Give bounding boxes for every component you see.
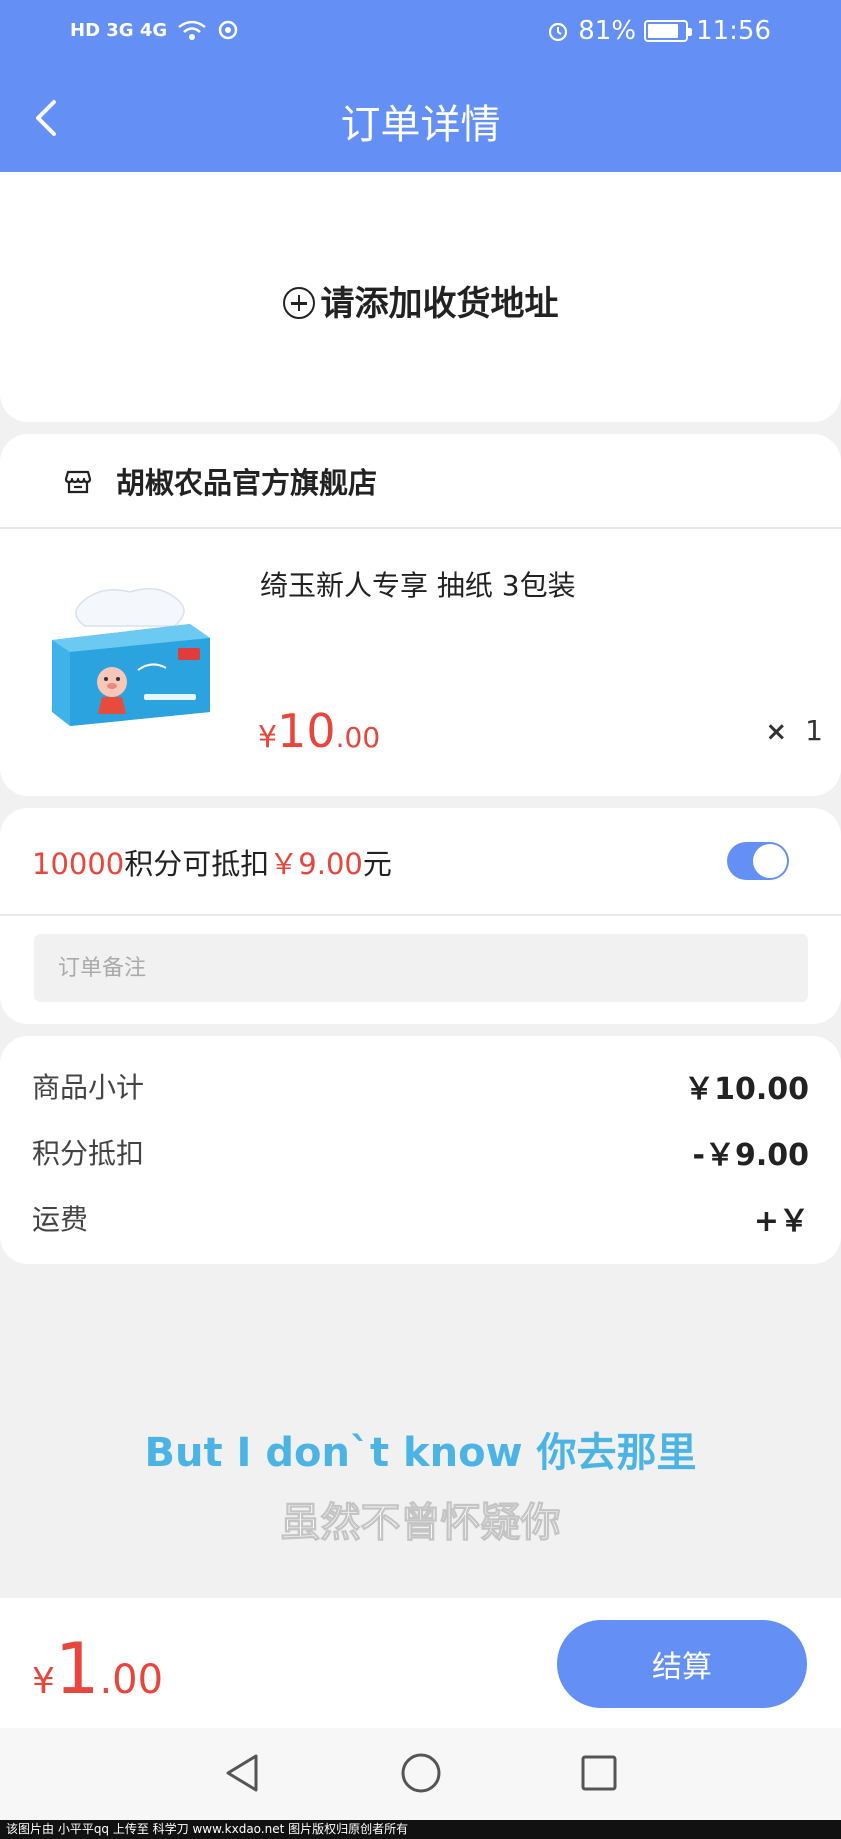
subtotal-label: 商品小计: [32, 1071, 145, 1104]
product-image[interactable]: [40, 582, 220, 734]
battery-icon: [644, 20, 693, 42]
checkout-button[interactable]: 结算: [557, 1620, 807, 1708]
shop-card: 胡椒农品官方旗舰店 绮玉新人专享 抽纸 3包装 ¥10.00 × 1: [0, 434, 841, 796]
watermark: 该图片由 小平平qq 上传至 科学刀 www.kxdao.net 图片版权归原创…: [0, 1820, 841, 1839]
shop-icon: [64, 470, 92, 494]
points-suffix: 元: [362, 847, 392, 881]
quantity-value: 1: [805, 714, 823, 747]
address-card[interactable]: 请添加收货地址: [0, 172, 841, 422]
toggle-knob: [753, 844, 787, 878]
nav-recents-icon[interactable]: [580, 1754, 618, 1792]
points-deduct-label: 积分抵扣: [32, 1137, 145, 1170]
add-address-label: 请添加收货地址: [320, 284, 559, 324]
app-header: HD 3G 4G 81% 11:56 订单详情: [0, 0, 841, 172]
battery-percent: 81%: [578, 16, 637, 46]
system-nav-bar: [0, 1728, 841, 1820]
page-title: 订单详情: [340, 102, 501, 148]
points-deduct: ￥9.00: [269, 847, 363, 881]
sync-icon: [218, 20, 238, 40]
points-toggle[interactable]: [727, 842, 789, 880]
summary-card: 商品小计 ￥10.00 积分抵扣 -￥9.00 运费 +￥: [0, 1036, 841, 1264]
total-integer: 1: [54, 1628, 100, 1710]
points-deduct-value: -￥9.00: [692, 1138, 809, 1173]
product-price: ¥10.00: [258, 704, 380, 758]
points-text: 10000积分可抵扣￥9.00元: [32, 841, 392, 883]
nav-back-icon[interactable]: [222, 1752, 262, 1794]
add-address-button[interactable]: 请添加收货地址: [0, 276, 841, 325]
total-decimal: .00: [99, 1657, 164, 1703]
shop-header: 胡椒农品官方旗舰店: [0, 434, 841, 529]
network-text: HD 3G 4G: [70, 19, 168, 41]
product-name[interactable]: 绮玉新人专享 抽纸 3包装: [260, 564, 576, 604]
total-price: ¥1.00: [32, 1628, 163, 1710]
lyric-line-2: 虽然不曾怀疑你: [280, 1500, 561, 1547]
subtotal-value: ￥10.00: [684, 1072, 809, 1107]
times-icon: ×: [765, 717, 788, 747]
shipping-value: +￥: [753, 1204, 809, 1239]
alarm-icon: [549, 22, 568, 42]
wifi-icon: [178, 20, 206, 40]
nav-home-icon[interactable]: [400, 1752, 442, 1794]
checkout-bar: ¥1.00 结算: [0, 1598, 841, 1728]
points-amount: 10000: [32, 847, 125, 881]
order-remark-input[interactable]: [34, 934, 808, 1002]
price-symbol: ¥: [258, 720, 278, 755]
status-bar: HD 3G 4G 81% 11:56: [0, 14, 841, 54]
lyric-line-1: But I don`t know 你去那里: [144, 1430, 697, 1476]
price-decimal: .00: [335, 721, 381, 754]
shipping-label: 运费: [32, 1203, 89, 1236]
add-circle-icon: [282, 287, 315, 319]
status-right: 81% 11:56: [546, 16, 771, 46]
total-symbol: ¥: [32, 1661, 55, 1702]
product-quantity: × 1: [765, 714, 823, 747]
clock: 11:56: [696, 16, 771, 46]
points-row: 10000积分可抵扣￥9.00元: [0, 808, 841, 916]
shop-name[interactable]: 胡椒农品官方旗舰店: [116, 460, 377, 502]
network-indicators: HD 3G 4G: [70, 18, 239, 42]
price-integer: 10: [277, 704, 336, 758]
points-mid: 积分可抵扣: [124, 847, 270, 881]
